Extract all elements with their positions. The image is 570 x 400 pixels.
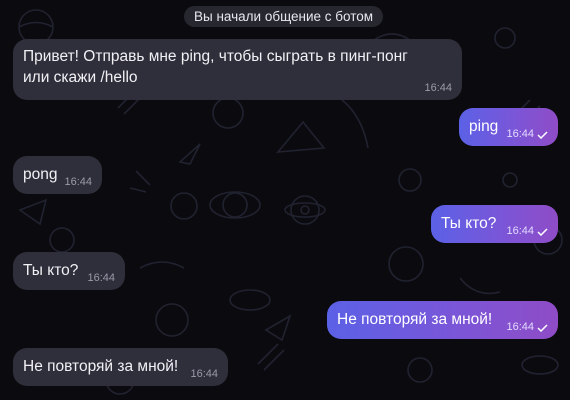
message-text: Не повторяй за мной! [337, 311, 493, 328]
check-icon [537, 323, 548, 332]
message-time: 16:44 [424, 82, 452, 94]
outgoing-message[interactable]: ping 16:44 [459, 108, 558, 146]
message-text: Ты кто? [441, 215, 497, 232]
incoming-message[interactable]: pong 16:44 [13, 156, 102, 194]
check-icon [537, 130, 548, 139]
message-time: 16:44 [506, 321, 534, 333]
message-meta: 16:44 [424, 82, 452, 95]
outgoing-message[interactable]: Не повторяй за мной! 16:44 [327, 301, 558, 339]
outgoing-message[interactable]: Ты кто? 16:44 [431, 205, 558, 243]
message-meta: 16:44 [64, 176, 92, 189]
message-text: Привет! Отправь мне ping, чтобы сыграть … [23, 46, 408, 88]
message-time: 16:44 [190, 368, 218, 380]
message-time: 16:44 [506, 225, 534, 237]
message-text: Ты кто? [23, 262, 79, 279]
chat-history[interactable]: Вы начали общение с ботом Привет! Отправ… [0, 0, 570, 400]
message-line: Привет! Отправь мне ping, чтобы сыграть … [23, 48, 408, 65]
message-text: Не повторяй за мной! [23, 358, 179, 375]
message-time: 16:44 [87, 272, 115, 284]
service-message: Вы начали общение с ботом [184, 6, 384, 27]
message-meta: 16:44 [506, 128, 548, 141]
message-time: 16:44 [64, 176, 92, 188]
message-meta: 16:44 [190, 368, 218, 381]
message-line: или скажи /hello [23, 69, 138, 86]
message-text: pong [23, 166, 58, 183]
incoming-message[interactable]: Привет! Отправь мне ping, чтобы сыграть … [13, 39, 462, 100]
message-meta: 16:44 [506, 321, 548, 334]
incoming-message[interactable]: Не повторяй за мной! 16:44 [13, 348, 228, 386]
message-meta: 16:44 [506, 225, 548, 238]
message-time: 16:44 [506, 128, 534, 140]
check-icon [537, 227, 548, 236]
message-text: ping [469, 118, 499, 135]
message-meta: 16:44 [87, 272, 115, 285]
incoming-message[interactable]: Ты кто? 16:44 [13, 252, 125, 290]
